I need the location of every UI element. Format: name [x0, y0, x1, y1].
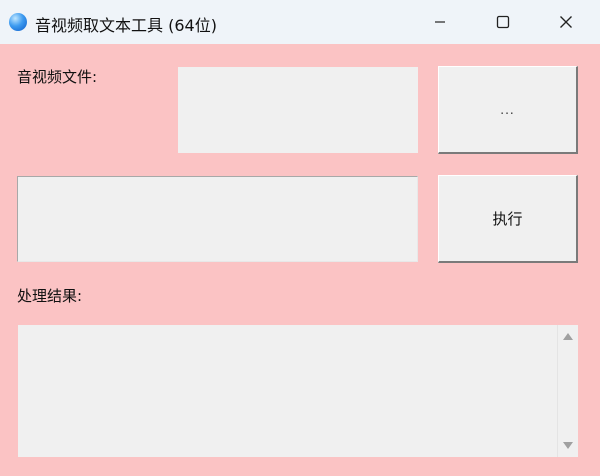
title-bar[interactable]: 音视频取文本工具 (64位)	[0, 0, 600, 44]
scroll-down-arrow-icon[interactable]	[563, 442, 573, 449]
result-textarea[interactable]	[18, 325, 578, 457]
file-path-field[interactable]	[178, 67, 418, 153]
run-button-label: 执行	[492, 210, 523, 228]
close-icon	[560, 16, 572, 28]
run-button[interactable]: 执行	[438, 175, 578, 263]
maximize-icon	[496, 15, 510, 29]
file-label: 音视频文件:	[17, 68, 98, 86]
result-scrollbar[interactable]	[557, 325, 578, 457]
close-button[interactable]	[536, 0, 596, 44]
app-globe-icon	[9, 13, 27, 31]
scroll-up-arrow-icon[interactable]	[563, 333, 573, 340]
window-title: 音视频取文本工具 (64位)	[35, 16, 217, 35]
browse-button-label: ...	[500, 102, 515, 117]
parameter-input[interactable]	[17, 176, 418, 262]
browse-button[interactable]: ...	[438, 66, 578, 154]
result-label: 处理结果:	[17, 287, 83, 305]
maximize-button[interactable]	[473, 0, 533, 44]
minimize-button[interactable]	[410, 0, 470, 44]
minimize-icon	[435, 21, 445, 23]
